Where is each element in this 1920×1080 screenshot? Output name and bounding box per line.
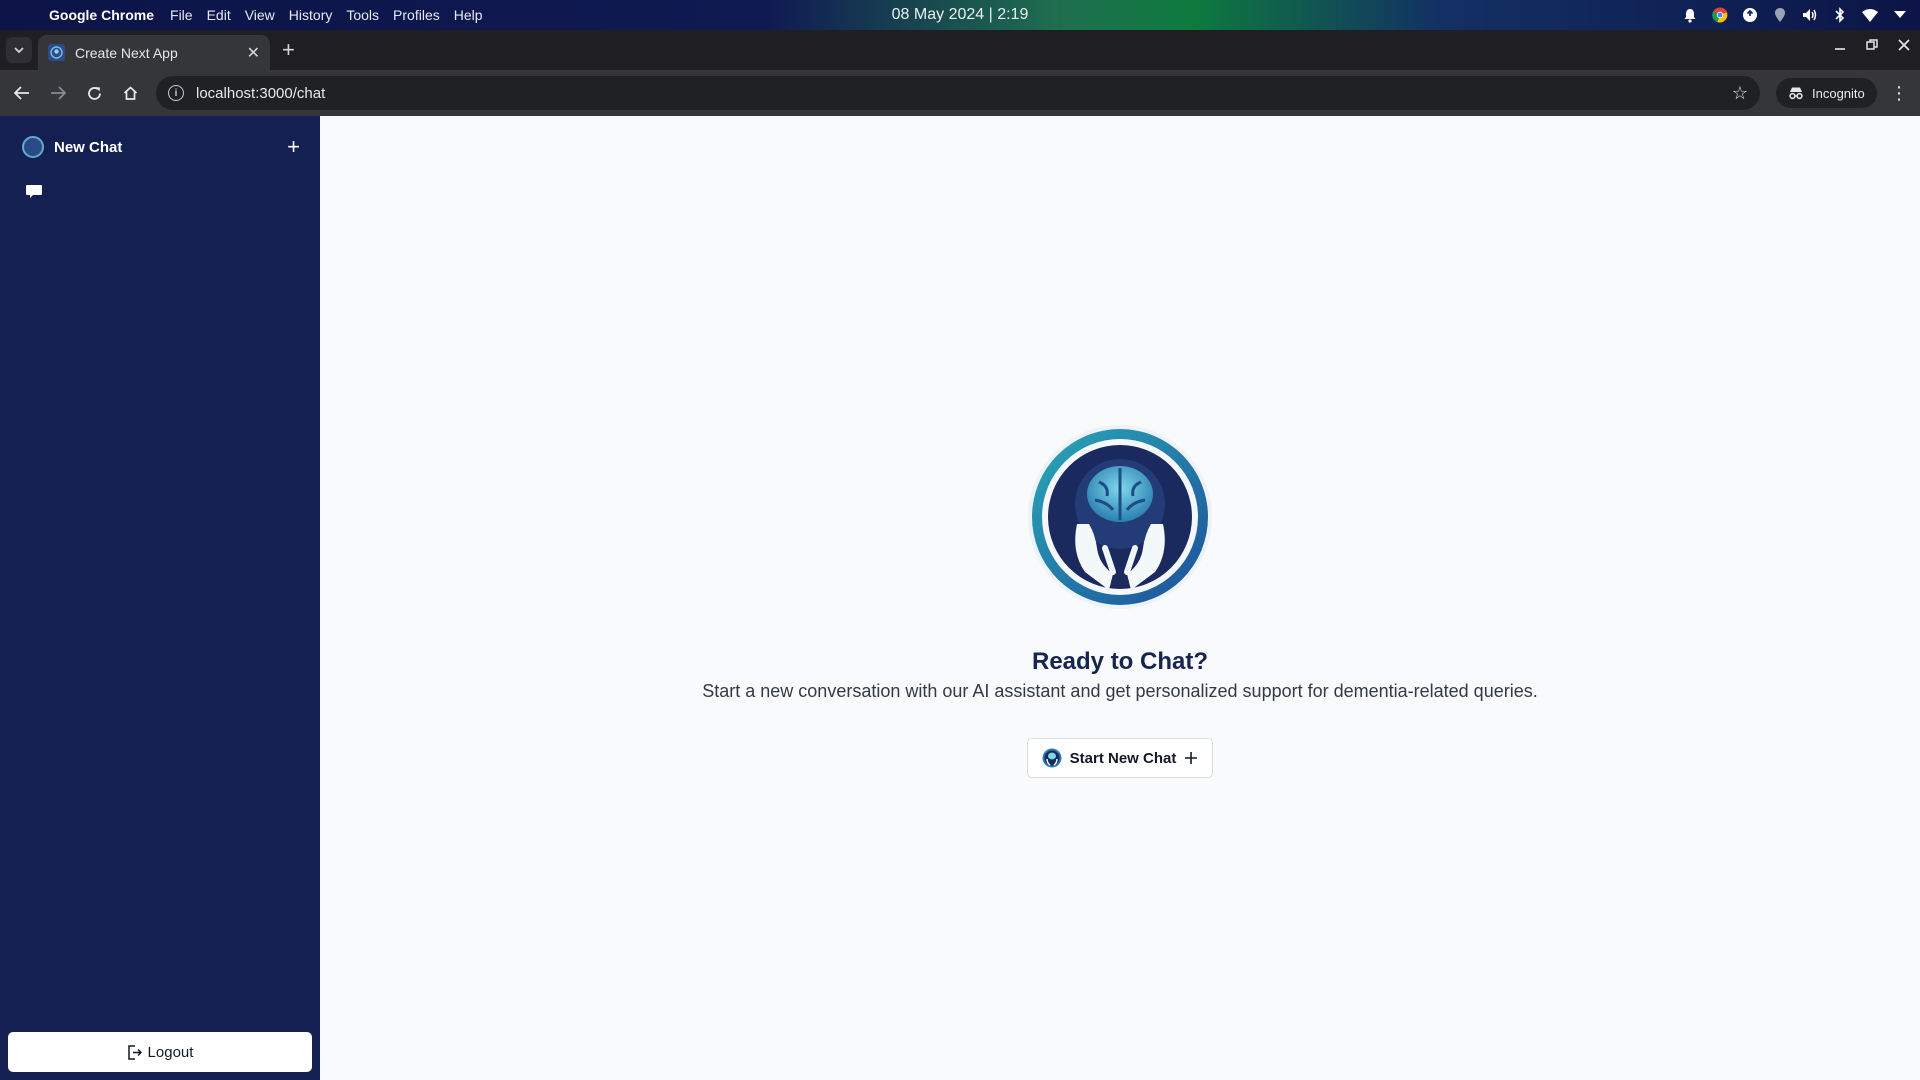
more-menu-icon[interactable]: ⋮ <box>1890 83 1908 104</box>
chrome-icon[interactable] <box>1712 7 1728 23</box>
incognito-label: Incognito <box>1812 85 1865 101</box>
chat-sidebar: New Chat + Logout <box>0 116 320 1080</box>
os-menu-profiles[interactable]: Profiles <box>393 7 440 23</box>
ready-to-chat-heading: Ready to Chat? <box>1031 648 1208 675</box>
update-icon[interactable] <box>1742 7 1758 23</box>
home-icon[interactable] <box>112 75 148 111</box>
brain-logo-icon <box>22 136 44 158</box>
reload-icon[interactable] <box>76 75 112 111</box>
os-menu-edit[interactable]: Edit <box>207 7 231 23</box>
os-clock[interactable]: 08 May 2024 | 2:19 <box>892 6 1029 24</box>
new-tab-button[interactable]: + <box>282 39 295 61</box>
new-chat-header[interactable]: New Chat + <box>22 132 300 162</box>
close-window-icon[interactable] <box>1898 38 1910 54</box>
tab-title: Create Next App <box>75 44 178 61</box>
logout-button[interactable]: Logout <box>8 1032 312 1072</box>
os-menu-file[interactable]: File <box>170 7 193 23</box>
forward-arrow-icon[interactable] <box>40 75 76 111</box>
new-chat-title: New Chat <box>54 138 123 156</box>
browser-tab-active[interactable]: Create Next App ✕ <box>38 35 270 70</box>
bluetooth-icon[interactable] <box>1832 7 1848 23</box>
start-new-chat-label: Start New Chat <box>1069 749 1177 767</box>
site-info-icon[interactable]: i <box>168 85 184 101</box>
os-menu-bar: File Edit View History Tools Profiles He… <box>170 7 497 23</box>
minimize-icon[interactable] <box>1834 38 1846 54</box>
incognito-badge[interactable]: Incognito <box>1776 78 1877 108</box>
volume-icon[interactable] <box>1802 7 1818 23</box>
browser-toolbar: i localhost:3000/chat ☆ Incognito ⋮ <box>0 70 1920 116</box>
restore-icon[interactable] <box>1866 38 1878 54</box>
tab-search-button[interactable] <box>6 37 32 63</box>
window-controls <box>1834 38 1910 54</box>
plus-icon <box>1185 752 1198 764</box>
brain-logo-icon <box>1042 748 1062 768</box>
os-app-name: Google Chrome <box>49 7 155 23</box>
back-arrow-icon[interactable] <box>4 75 40 111</box>
chevron-down-icon <box>14 46 24 53</box>
system-tray <box>1682 0 1908 30</box>
notification-bell-icon[interactable] <box>1682 7 1698 23</box>
os-menu-history[interactable]: History <box>289 7 333 23</box>
os-menu-view[interactable]: View <box>245 7 275 23</box>
brain-hands-logo-icon <box>1028 425 1212 609</box>
incognito-icon <box>1789 87 1803 100</box>
logout-icon <box>127 1044 142 1060</box>
add-chat-button[interactable]: + <box>287 136 300 158</box>
logout-label: Logout <box>147 1043 194 1061</box>
close-tab-icon[interactable]: ✕ <box>247 43 260 63</box>
address-bar[interactable]: i localhost:3000/chat ☆ <box>156 76 1760 110</box>
chat-main-area: Ready to Chat? Start a new conversation … <box>320 116 1920 1080</box>
chevron-down-icon[interactable] <box>1892 7 1908 23</box>
start-new-chat-button[interactable]: Start New Chat <box>1027 738 1213 778</box>
browser-tab-strip: Create Next App ✕ + <box>0 30 1920 70</box>
os-menu-tools[interactable]: Tools <box>346 7 379 23</box>
wifi-icon[interactable] <box>1862 7 1878 23</box>
url-text[interactable]: localhost:3000/chat <box>196 85 1732 102</box>
chat-bubble-icon[interactable] <box>24 182 44 202</box>
os-menu-help[interactable]: Help <box>454 7 483 23</box>
location-pin-icon[interactable] <box>1772 7 1788 23</box>
intro-description: Start a new conversation with our AI ass… <box>702 681 1538 701</box>
bookmark-star-icon[interactable]: ☆ <box>1732 83 1748 104</box>
app-favicon-icon <box>48 44 65 61</box>
os-top-bar: Google Chrome File Edit View History Too… <box>0 0 1920 30</box>
